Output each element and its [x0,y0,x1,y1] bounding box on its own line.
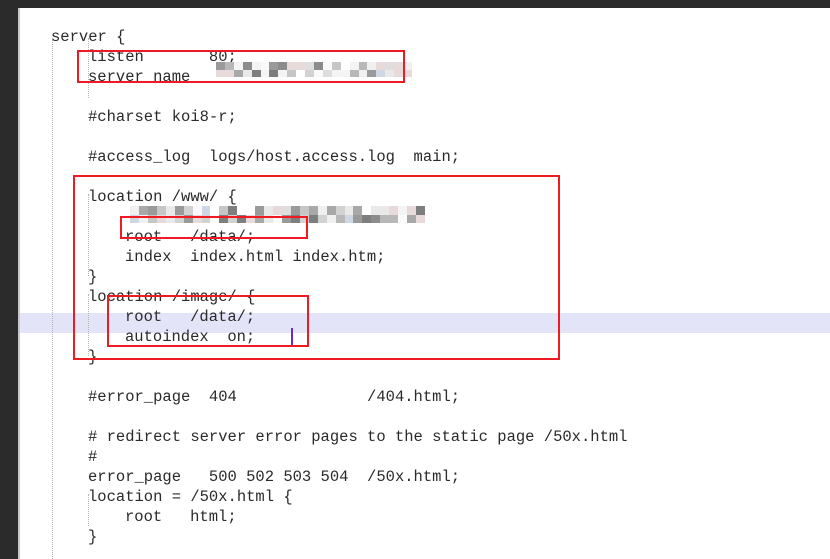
editor-screenshot: server { listen 80; server_name #charset… [0,0,830,559]
annotation-box-server-name [77,50,405,83]
code-line[interactable]: #charset koi8-r; [88,107,237,127]
code-line[interactable]: location = /50x.html { [88,487,293,507]
code-line[interactable]: } [88,527,97,547]
code-line[interactable]: #access_log logs/host.access.log main; [88,147,460,167]
code-line[interactable]: error_page 500 502 503 504 /50x.html; [88,467,460,487]
code-line[interactable]: # [88,447,97,467]
code-line[interactable]: # redirect server error pages to the sta… [88,427,628,447]
code-line[interactable]: root html; [125,507,237,527]
code-line[interactable]: #error_page 404 /404.html; [88,387,460,407]
code-line[interactable]: server { [51,27,125,47]
code-editor-pane[interactable]: server { listen 80; server_name #charset… [20,8,830,559]
annotation-box-image-root-autoindex [107,295,309,347]
annotation-box-www-root [120,216,308,239]
window-left-chrome [0,0,18,559]
window-title-bar [0,0,830,8]
